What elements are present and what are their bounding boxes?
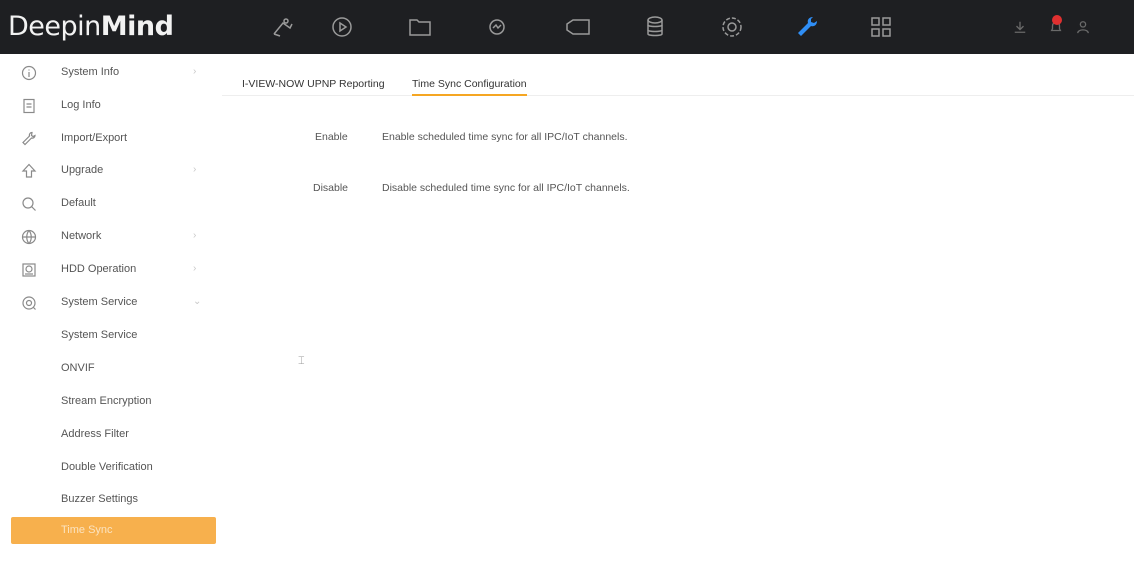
sidebar-subitem-stream-encryption[interactable]: Stream Encryption — [0, 387, 220, 417]
sidebar-item-label: Network — [61, 230, 102, 242]
sidebar-item-import-export[interactable]: Import/Export — [0, 124, 220, 154]
sidebar-subitem-label: System Service — [61, 329, 138, 341]
sidebar-subitem-label: ONVIF — [61, 362, 95, 374]
live-view-icon[interactable] — [268, 13, 298, 41]
chevron-right-icon: › — [193, 263, 197, 274]
service-icon — [21, 295, 37, 311]
sidebar-subitem-label: Double Verification — [61, 461, 153, 473]
chevron-right-icon: › — [193, 164, 197, 175]
mouse-cursor-icon: ⌶ — [298, 355, 305, 367]
network-icon — [21, 229, 37, 245]
logo-light-text: Deepin — [8, 11, 101, 42]
sidebar-item-upgrade[interactable]: Upgrade › — [0, 156, 220, 186]
sidebar-subitem-label: Stream Encryption — [61, 395, 152, 407]
channel-icon[interactable] — [563, 13, 593, 41]
tab-time-sync-configuration[interactable]: Time Sync Configuration — [412, 78, 527, 96]
sidebar-subitem-time-sync-active[interactable]: Time Sync — [11, 517, 216, 544]
multi-screen-icon[interactable] — [866, 13, 896, 41]
default-icon — [21, 196, 37, 212]
disable-description: Disable scheduled time sync for all IPC/… — [382, 182, 630, 194]
playback-icon[interactable] — [327, 13, 357, 41]
hdd-icon — [21, 262, 37, 278]
app-logo: DeepinMind — [8, 11, 174, 42]
sidebar-item-label: Default — [61, 197, 96, 209]
sidebar-subitem-double-verification[interactable]: Double Verification — [0, 453, 220, 483]
disable-label[interactable]: Disable — [313, 182, 348, 194]
tab-iview-now-upnp-reporting[interactable]: I-VIEW-NOW UPNP Reporting — [242, 78, 385, 96]
sidebar-item-label: Log Info — [61, 99, 101, 111]
sidebar-item-system-service[interactable]: System Service ⌄ — [0, 288, 220, 318]
sidebar-item-log-info[interactable]: Log Info — [0, 91, 220, 121]
sidebar-subitem-buzzer-settings[interactable]: Buzzer Settings — [0, 485, 220, 515]
top-navigation-bar: DeepinMind — [0, 0, 1134, 54]
info-icon — [21, 65, 37, 81]
chevron-down-icon: ⌄ — [193, 296, 202, 307]
sidebar-subitem-label: Time Sync — [61, 524, 113, 536]
sidebar-item-system-info[interactable]: System Info › — [0, 58, 220, 88]
alarm-badge — [1052, 15, 1062, 25]
sidebar-subitem-system-service[interactable]: System Service — [0, 321, 220, 351]
sidebar-item-label: Upgrade — [61, 164, 104, 176]
sidebar-subitem-label: Address Filter — [61, 428, 129, 440]
file-management-icon[interactable] — [405, 13, 435, 41]
sidebar-subitem-address-filter[interactable]: Address Filter — [0, 420, 220, 450]
chevron-right-icon: › — [193, 230, 197, 241]
sidebar-item-label: System Info — [61, 66, 120, 78]
chevron-right-icon: › — [193, 66, 197, 77]
log-icon — [21, 98, 37, 114]
sidebar-item-label: Import/Export — [61, 132, 128, 144]
sidebar-item-hdd-operation[interactable]: HDD Operation › — [0, 255, 220, 285]
logo-bold-text: Mind — [100, 11, 174, 42]
sidebar-item-label: HDD Operation — [61, 263, 137, 275]
storage-icon[interactable] — [640, 13, 670, 41]
upgrade-icon — [21, 163, 37, 179]
maintenance-icon[interactable] — [793, 13, 823, 41]
sidebar-item-network[interactable]: Network › — [0, 222, 220, 252]
download-icon[interactable] — [1012, 19, 1028, 35]
enable-description: Enable scheduled time sync for all IPC/I… — [382, 131, 628, 143]
sidebar-subitem-label: Buzzer Settings — [61, 493, 139, 505]
user-icon[interactable] — [1075, 19, 1091, 35]
sidebar-subitem-onvif[interactable]: ONVIF — [0, 354, 220, 384]
sidebar-item-label: System Service — [61, 296, 138, 308]
wrench-icon — [21, 131, 37, 147]
sidebar-item-default[interactable]: Default — [0, 189, 220, 219]
enable-label[interactable]: Enable — [315, 131, 348, 143]
sidebar: System Info › Log Info Import/Export Upg… — [0, 54, 220, 570]
smart-analysis-icon[interactable] — [482, 13, 512, 41]
tab-bar: I-VIEW-NOW UPNP Reporting Time Sync Conf… — [222, 74, 1134, 96]
configuration-icon[interactable] — [717, 13, 747, 41]
